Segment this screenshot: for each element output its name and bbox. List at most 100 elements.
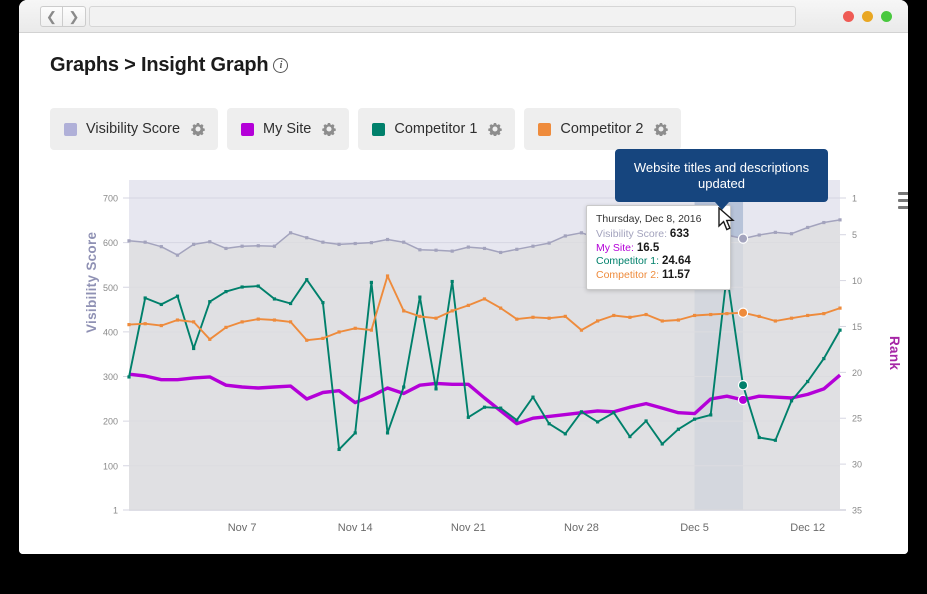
- series-point-visibility-score: [838, 218, 841, 221]
- series-point-competitor-2: [257, 318, 260, 321]
- series-point-competitor-2: [483, 297, 486, 300]
- series-point-visibility-score: [434, 249, 437, 252]
- series-point-visibility-score: [224, 247, 227, 250]
- x-axis-tick-label: Nov 21: [451, 522, 486, 534]
- tooltip-row: Competitor 1: 24.64: [596, 255, 721, 267]
- series-point-visibility-score: [160, 245, 163, 248]
- tooltip-row-label: Competitor 2:: [596, 269, 662, 281]
- series-point-competitor-1: [644, 419, 647, 422]
- series-point-competitor-2: [434, 317, 437, 320]
- window-close-button[interactable]: [843, 11, 854, 22]
- y-axis-right-tick-label: 30: [852, 460, 862, 470]
- annotation-callout[interactable]: Website titles and descriptions updated: [615, 149, 828, 202]
- series-point-visibility-score: [289, 231, 292, 234]
- series-point-competitor-1: [305, 278, 308, 281]
- y-axis-left-tick-label: 200: [103, 417, 118, 427]
- gear-icon[interactable]: [322, 122, 336, 136]
- series-point-competitor-2: [467, 304, 470, 307]
- tooltip-rows: Visibility Score: 633My Site: 16.5Compet…: [596, 228, 721, 281]
- series-point-competitor-1: [273, 297, 276, 300]
- window-maximize-button[interactable]: [881, 11, 892, 22]
- series-point-competitor-2: [305, 339, 308, 342]
- series-point-competitor-1: [677, 428, 680, 431]
- series-point-competitor-2: [354, 327, 357, 330]
- legend-item-visibility-score[interactable]: Visibility Score: [50, 108, 218, 150]
- tooltip-row: Visibility Score: 633: [596, 228, 721, 240]
- browser-window: ❮ ❯ Graphs > Insight Graphi Visibility S…: [19, 0, 908, 554]
- address-input[interactable]: [89, 6, 796, 27]
- series-point-competitor-2: [402, 309, 405, 312]
- series-point-competitor-1: [160, 303, 163, 306]
- series-point-visibility-score: [531, 245, 534, 248]
- series-point-visibility-score: [402, 241, 405, 244]
- legend-item-label: My Site: [263, 121, 311, 137]
- series-point-visibility-score: [257, 244, 260, 247]
- y-axis-right-tick-label: 15: [852, 322, 862, 332]
- tooltip-row-label: Competitor 1:: [596, 255, 662, 267]
- series-point-competitor-2: [677, 318, 680, 321]
- series-point-competitor-2: [273, 318, 276, 321]
- series-area-visibility-score: [129, 220, 840, 510]
- series-point-visibility-score: [321, 241, 324, 244]
- forward-button[interactable]: ❯: [63, 6, 86, 27]
- legend-item-competitor-2[interactable]: Competitor 2: [524, 108, 681, 150]
- y-axis-left-title: Visibility Score: [84, 232, 99, 333]
- legend-item-competitor-1[interactable]: Competitor 1: [358, 108, 515, 150]
- y-axis-left-tick-label: 500: [103, 283, 118, 293]
- series-point-competitor-1: [257, 284, 260, 287]
- series-point-competitor-2: [241, 320, 244, 323]
- series-point-competitor-1: [467, 416, 470, 419]
- back-button[interactable]: ❮: [40, 6, 63, 27]
- y-axis-right-tick-label: 1: [852, 194, 857, 204]
- tooltip-row: Competitor 2: 11.57: [596, 269, 721, 281]
- gear-icon[interactable]: [191, 122, 205, 136]
- gear-icon[interactable]: [654, 122, 668, 136]
- x-axis-tick-label: Nov 14: [338, 522, 373, 534]
- y-axis-right-tick-label: 5: [852, 230, 857, 240]
- legend-item-label: Competitor 1: [394, 121, 477, 137]
- series-point-competitor-2: [515, 318, 518, 321]
- series-point-visibility-score: [127, 239, 130, 242]
- series-point-competitor-2: [693, 314, 696, 317]
- series-point-visibility-score: [822, 221, 825, 224]
- y-axis-right-tick-label: 35: [852, 506, 862, 516]
- window-controls: [843, 11, 892, 22]
- series-point-competitor-1: [758, 436, 761, 439]
- hamburger-menu-icon[interactable]: [898, 192, 908, 210]
- series-point-competitor-1: [838, 329, 841, 332]
- tooltip-row-label: My Site:: [596, 242, 637, 254]
- series-point-competitor-1: [337, 448, 340, 451]
- gear-icon[interactable]: [488, 122, 502, 136]
- insight-chart[interactable]: 700600500400300200100115101520253035Nov …: [50, 158, 895, 548]
- series-point-competitor-2: [451, 309, 454, 312]
- series-point-competitor-2: [564, 315, 567, 318]
- series-point-visibility-score: [564, 234, 567, 237]
- series-point-competitor-1: [548, 422, 551, 425]
- series-point-competitor-2: [709, 313, 712, 316]
- y-axis-left-tick-label: 700: [103, 194, 118, 204]
- series-point-competitor-2: [208, 338, 211, 341]
- y-axis-left-tick-label: 300: [103, 372, 118, 382]
- legend-item-my-site[interactable]: My Site: [227, 108, 349, 150]
- info-icon[interactable]: i: [273, 58, 288, 73]
- series-point-visibility-score: [418, 248, 421, 251]
- series-point-visibility-score: [515, 248, 518, 251]
- series-point-visibility-score: [176, 254, 179, 257]
- series-point-competitor-2: [774, 319, 777, 322]
- series-point-competitor-2: [321, 337, 324, 340]
- series-point-competitor-1: [224, 290, 227, 293]
- series-point-visibility-score: [273, 245, 276, 248]
- series-point-competitor-2: [580, 329, 583, 332]
- series-point-competitor-2: [370, 329, 373, 332]
- chart-canvas[interactable]: 700600500400300200100115101520253035Nov …: [50, 158, 895, 548]
- series-point-competitor-1: [612, 411, 615, 414]
- series-point-competitor-2: [725, 312, 728, 315]
- series-point-competitor-1: [241, 285, 244, 288]
- legend: Visibility Score My Site Competitor 1 Compe…: [50, 108, 681, 150]
- legend-item-label: Competitor 2: [560, 121, 643, 137]
- legend-color-swatch: [241, 123, 254, 136]
- window-minimize-button[interactable]: [862, 11, 873, 22]
- page-title: Graphs > Insight Graphi: [50, 54, 288, 77]
- series-point-visibility-score: [305, 236, 308, 239]
- series-point-visibility-score: [144, 241, 147, 244]
